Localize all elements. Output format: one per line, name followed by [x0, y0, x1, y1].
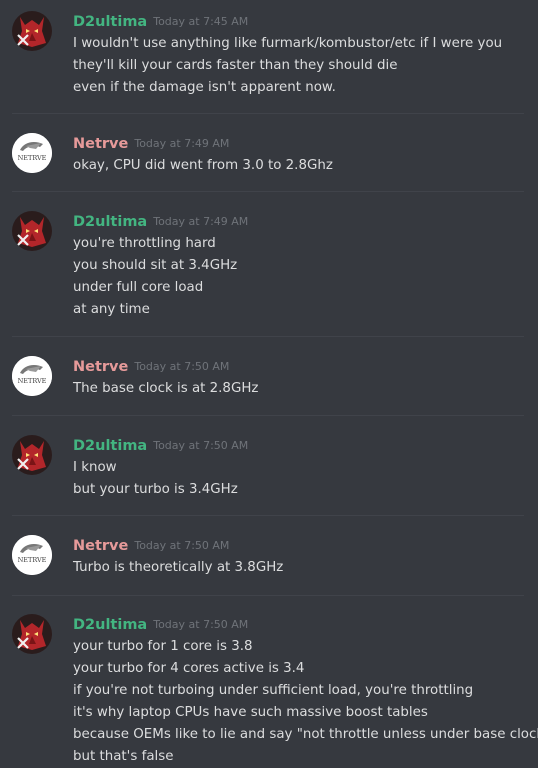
message-header: D2ultima Today at 7:50 AM: [73, 614, 248, 634]
author-name[interactable]: D2ultima: [73, 214, 147, 230]
message-group: D2ultima Today at 7:45 AM I wouldn't use …: [0, 11, 538, 101]
message-timestamp: Today at 7:45 AM: [153, 15, 249, 28]
message-group: NETRVE Netrve Today at 7:49 AM okay, CPU …: [0, 133, 538, 181]
message-line: even if the damage isn't apparent now.: [73, 80, 336, 95]
avatar-d2ultima[interactable]: [12, 211, 52, 251]
message-header: Netrve Today at 7:50 AM: [73, 356, 229, 376]
message-line: because OEMs like to lie and say "not th…: [73, 727, 538, 742]
message-divider: [12, 415, 524, 416]
message-line: at any time: [73, 302, 150, 317]
netrve-badge-text: NETRVE: [18, 377, 47, 385]
message-line: Turbo is theoretically at 3.8GHz: [73, 560, 284, 575]
chat-messages: D2ultima Today at 7:45 AM I wouldn't use …: [0, 0, 538, 766]
demon-avatar-icon: [12, 11, 52, 51]
message-content: Turbo is theoretically at 3.8GHz: [73, 557, 528, 579]
message-group: NETRVE Netrve Today at 7:50 AM The base c…: [0, 356, 538, 404]
avatar-d2ultima[interactable]: [12, 614, 52, 654]
message-divider: [12, 113, 524, 114]
message-header: Netrve Today at 7:49 AM: [73, 133, 229, 153]
author-name[interactable]: Netrve: [73, 359, 128, 375]
message-timestamp: Today at 7:50 AM: [134, 539, 230, 552]
message-divider: [12, 336, 524, 337]
netrve-logo-icon: NETRVE: [12, 133, 52, 173]
author-name[interactable]: D2ultima: [73, 617, 147, 633]
message-line: they'll kill your cards faster than they…: [73, 58, 398, 73]
message-line: okay, CPU did went from 3.0 to 2.8Ghz: [73, 158, 333, 173]
netrve-badge-text: NETRVE: [18, 556, 47, 564]
author-name[interactable]: D2ultima: [73, 438, 147, 454]
message-line: but your turbo is 3.4GHz: [73, 482, 238, 497]
message-line: you're throttling hard: [73, 236, 216, 251]
message-line: The base clock is at 2.8GHz: [73, 381, 259, 396]
avatar-d2ultima[interactable]: [12, 435, 52, 475]
message-content: you're throttling hard you should sit at…: [73, 233, 528, 321]
netrve-logo-icon: NETRVE: [12, 356, 52, 396]
author-name[interactable]: D2ultima: [73, 14, 147, 30]
message-timestamp: Today at 7:49 AM: [153, 215, 249, 228]
message-content: I know but your turbo is 3.4GHz: [73, 457, 528, 501]
demon-avatar-icon: [12, 614, 52, 654]
message-line: your turbo for 1 core is 3.8: [73, 639, 253, 654]
message-timestamp: Today at 7:49 AM: [134, 137, 230, 150]
message-line: I know: [73, 460, 117, 475]
message-divider: [12, 595, 524, 596]
author-name[interactable]: Netrve: [73, 538, 128, 554]
message-line: your turbo for 4 cores active is 3.4: [73, 661, 305, 676]
message-line: but that's false: [73, 749, 174, 764]
message-divider: [12, 191, 524, 192]
message-group: D2ultima Today at 7:50 AM I know but your…: [0, 435, 538, 503]
message-header: D2ultima Today at 7:49 AM: [73, 211, 248, 231]
message-content: I wouldn't use anything like furmark/kom…: [73, 33, 528, 99]
message-line: you should sit at 3.4GHz: [73, 258, 238, 273]
netrve-badge-text: NETRVE: [18, 154, 47, 162]
demon-avatar-icon: [12, 435, 52, 475]
message-divider: [12, 515, 524, 516]
author-name[interactable]: Netrve: [73, 136, 128, 152]
avatar-netrve[interactable]: NETRVE: [12, 133, 52, 173]
message-group: D2ultima Today at 7:50 AM your turbo for …: [0, 614, 538, 766]
message-line: it's why laptop CPUs have such massive b…: [73, 705, 428, 720]
message-timestamp: Today at 7:50 AM: [153, 439, 249, 452]
message-content: your turbo for 1 core is 3.8 your turbo …: [73, 636, 538, 768]
netrve-logo-icon: NETRVE: [12, 535, 52, 575]
message-line: under full core load: [73, 280, 204, 295]
message-content: The base clock is at 2.8GHz: [73, 378, 528, 400]
message-content: okay, CPU did went from 3.0 to 2.8Ghz: [73, 155, 528, 177]
message-timestamp: Today at 7:50 AM: [134, 360, 230, 373]
message-header: D2ultima Today at 7:50 AM: [73, 435, 248, 455]
message-line: if you're not turboing under sufficient …: [73, 683, 474, 698]
avatar-netrve[interactable]: NETRVE: [12, 535, 52, 575]
demon-avatar-icon: [12, 211, 52, 251]
message-line: I wouldn't use anything like furmark/kom…: [73, 36, 503, 51]
message-group: D2ultima Today at 7:49 AM you're throttli…: [0, 211, 538, 321]
message-timestamp: Today at 7:50 AM: [153, 618, 249, 631]
message-header: Netrve Today at 7:50 AM: [73, 535, 229, 555]
avatar-netrve[interactable]: NETRVE: [12, 356, 52, 396]
message-group: NETRVE Netrve Today at 7:50 AM Turbo is t…: [0, 535, 538, 583]
avatar-d2ultima[interactable]: [12, 11, 52, 51]
message-header: D2ultima Today at 7:45 AM: [73, 11, 248, 31]
